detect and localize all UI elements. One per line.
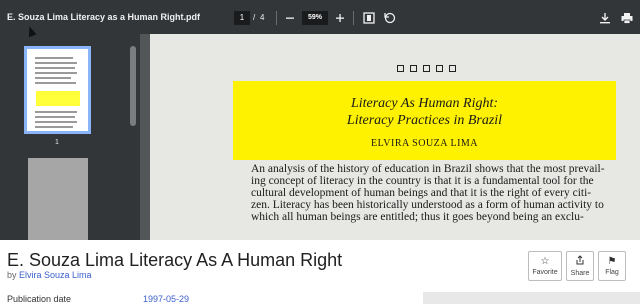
decorative-squares <box>397 59 477 72</box>
pdf-page: Literacy As Human Right: Literacy Practi… <box>150 34 640 240</box>
thumbnail-text-line <box>35 57 73 59</box>
page-thumbnail-1[interactable] <box>24 46 91 134</box>
publication-date-label: Publication date <box>7 294 72 304</box>
pdf-viewer: E. Souza Lima Literacy as a Human Right.… <box>0 0 640 240</box>
thumbnail-highlight <box>36 91 80 106</box>
flag-label: Flag <box>605 269 619 276</box>
toolbar-divider <box>276 11 277 25</box>
total-pages: 4 <box>260 13 265 22</box>
toolbar-divider <box>353 11 354 25</box>
square-ornament <box>397 65 404 72</box>
rotate-icon[interactable] <box>382 10 398 26</box>
page-number-input[interactable]: 1 <box>234 11 250 25</box>
square-ornament <box>410 65 417 72</box>
body-line: cultural development of human beings and… <box>251 187 592 199</box>
pdf-toolbar: E. Souza Lima Literacy as a Human Right.… <box>0 0 640 34</box>
share-label: Share <box>570 270 590 277</box>
zoom-level[interactable]: 59% <box>302 11 328 25</box>
body-line: ing concept of literacy in the country i… <box>251 175 594 187</box>
item-metadata: E. Souza Lima Literacy As A Human Right … <box>0 240 640 304</box>
thumbnail-text-line <box>35 121 77 123</box>
article-body: An analysis of the history of education … <box>251 163 621 223</box>
star-icon: ☆ <box>540 256 550 267</box>
thumbnail-text-line <box>35 126 73 128</box>
title-highlight: Literacy As Human Right: Literacy Practi… <box>233 81 616 160</box>
thumbnail-page-number: 1 <box>55 139 59 146</box>
favorite-button[interactable]: ☆ Favorite <box>528 251 562 281</box>
article-author: ELVIRA SOUZA LIMA <box>370 138 479 149</box>
article-title-line-2: Literacy Practices in Brazil <box>346 113 503 128</box>
body-line: which all human beings are entitled; thu… <box>251 211 584 223</box>
thumbnail-text-line <box>35 67 75 69</box>
sidebar-scrollbar[interactable] <box>129 34 137 240</box>
page-separator: / <box>253 13 256 22</box>
thumbnail-text-line <box>35 116 75 118</box>
favorite-label: Favorite <box>532 269 558 276</box>
download-icon[interactable] <box>597 10 613 26</box>
plus-icon[interactable] <box>332 10 348 26</box>
page-thumbnail-2[interactable] <box>28 158 88 240</box>
thumbnail-text-line <box>35 62 77 64</box>
thumbnail-text-line <box>35 77 71 79</box>
flag-icon: ⚑ <box>607 256 617 267</box>
scrollbar-thumb[interactable] <box>130 46 136 126</box>
thumbnail-text-line <box>35 82 76 84</box>
print-icon[interactable] <box>619 10 635 26</box>
flag-button[interactable]: ⚑ Flag <box>598 251 626 281</box>
thumbnail-text-line <box>35 111 77 113</box>
share-icon <box>567 255 593 269</box>
square-ornament <box>423 65 430 72</box>
publication-date-value[interactable]: 1997-05-29 <box>143 294 189 304</box>
share-button[interactable]: Share <box>566 251 594 281</box>
item-byline: by Elvira Souza Lima <box>7 270 92 280</box>
minus-icon[interactable] <box>282 10 298 26</box>
byline-prefix: by <box>7 270 17 280</box>
item-title: E. Souza Lima Literacy As A Human Right <box>7 250 343 270</box>
square-ornament <box>436 65 443 72</box>
body-line: An analysis of the history of education … <box>251 163 605 175</box>
fit-page-icon[interactable] <box>361 10 377 26</box>
side-panel <box>423 292 640 304</box>
document-title: E. Souza Lima Literacy as a Human Right.… <box>7 12 201 22</box>
square-ornament <box>449 65 456 72</box>
body-line: zen. Literacy has been historically unde… <box>251 199 604 211</box>
author-link[interactable]: Elvira Souza Lima <box>19 270 92 280</box>
thumbnail-text-line <box>35 72 77 74</box>
article-title-line-1: Literacy As Human Right: <box>350 96 499 111</box>
